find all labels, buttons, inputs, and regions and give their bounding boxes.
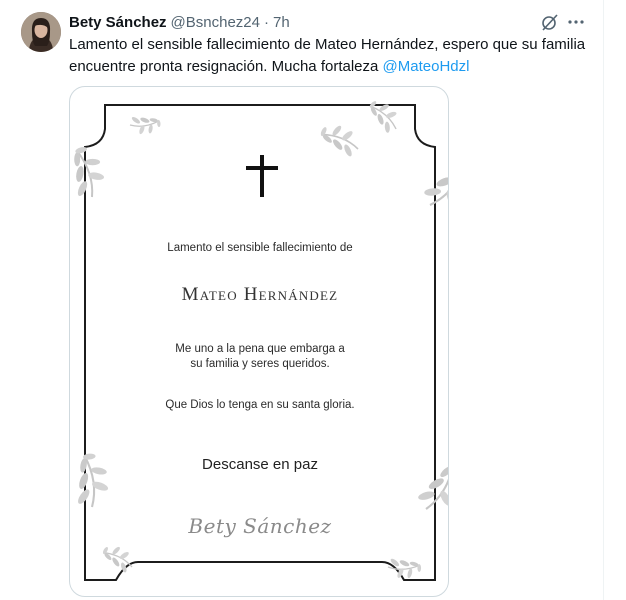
signature: Bety Sánchez bbox=[188, 514, 332, 538]
prayer-text: Que Dios lo tenga en su santa gloria. bbox=[165, 399, 355, 411]
condolence-message: Me uno a la pena que embarga a su famili… bbox=[70, 342, 448, 372]
author-handle[interactable]: @Bsnchez24 bbox=[171, 14, 260, 31]
avatar[interactable] bbox=[21, 12, 61, 52]
condolence-line-1: Me uno a la pena que embarga a bbox=[175, 343, 345, 355]
author-name[interactable]: Bety Sánchez bbox=[69, 14, 167, 31]
rest-in-peace: Descanse en paz bbox=[202, 456, 318, 473]
deceased-name: Mateo Hernández bbox=[181, 284, 339, 305]
separator: · bbox=[264, 13, 269, 31]
mention-link[interactable]: @MateoHdzl bbox=[383, 58, 470, 75]
tweet-text: Lamento el sensible fallecimiento de Mat… bbox=[69, 34, 589, 78]
cross-icon bbox=[246, 155, 278, 197]
tweet[interactable]: Bety Sánchez @Bsnchez24 · 7h Lamento el … bbox=[0, 0, 604, 600]
grok-icon[interactable] bbox=[540, 12, 560, 32]
tweet-body: Lamento el sensible fallecimiento de Mat… bbox=[69, 36, 586, 75]
card-intro: Lamento el sensible fallecimiento de bbox=[167, 242, 353, 254]
timestamp[interactable]: 7h bbox=[273, 14, 290, 31]
tweet-image[interactable]: Lamento el sensible fallecimiento de Mat… bbox=[69, 86, 449, 597]
tweet-header: Bety Sánchez @Bsnchez24 · 7h bbox=[69, 12, 290, 32]
more-icon[interactable] bbox=[566, 12, 586, 32]
condolence-line-2: su familia y seres queridos. bbox=[190, 358, 330, 370]
